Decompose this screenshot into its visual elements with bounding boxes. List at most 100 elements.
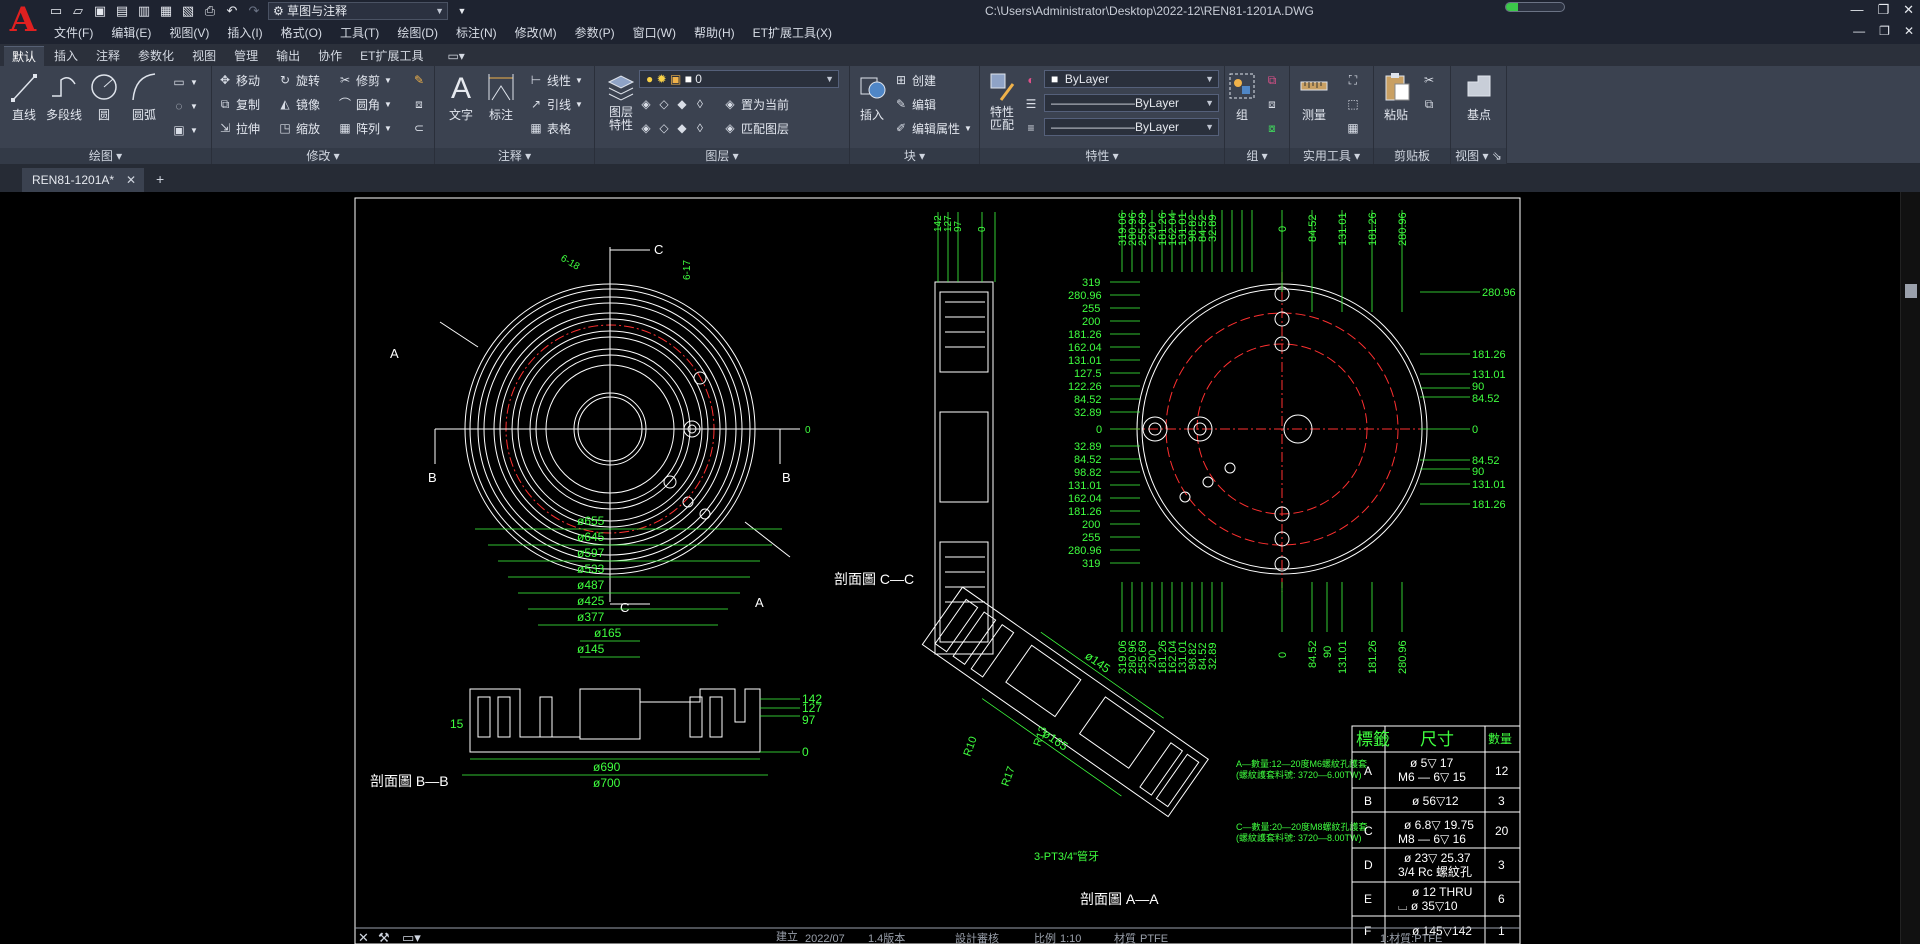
boundary-tool[interactable]: ▣ ▼ — [172, 120, 198, 140]
restore-icon[interactable]: ❐ — [1877, 2, 1889, 18]
menu-parametric[interactable]: 参数(P) — [575, 25, 615, 41]
match-properties-tool[interactable]: 特性匹配 — [982, 70, 1022, 132]
open-file-icon[interactable]: ▱ — [70, 3, 86, 19]
text-tool[interactable]: A 文字 — [441, 70, 481, 123]
menu-help[interactable]: 帮助(H) — [694, 25, 735, 41]
vertical-scrollbar[interactable] — [1900, 192, 1920, 944]
paste-tool[interactable]: 粘贴 — [1376, 70, 1416, 123]
file-tab-active[interactable]: REN81-1201A* ✕ — [22, 168, 144, 192]
linetype-dropdown[interactable]: ———————ByLayer ▼ — [1044, 94, 1219, 112]
circle-tool[interactable]: 圆 — [84, 70, 124, 123]
calculator-tool[interactable]: ▦ — [1346, 118, 1360, 138]
lineweight-dropdown[interactable]: ———————ByLayer ▼ — [1044, 118, 1219, 136]
layer-dropdown[interactable]: ● ✹ ▣ ■ 0 ▼ — [639, 70, 839, 88]
rectangle-tool[interactable]: ▭ ▼ — [172, 72, 198, 92]
tab-default[interactable]: 默认 — [4, 46, 45, 66]
match-layer-button[interactable]: ◈ 匹配图层 — [723, 118, 789, 138]
layer-tools-row1[interactable]: ◈ ◇ ◆ ◊ — [639, 94, 707, 114]
edit-block-button[interactable]: ✎ 编辑 — [894, 94, 936, 114]
close-tab-icon[interactable]: ✕ — [126, 168, 136, 192]
group-tool[interactable]: 组 — [1227, 70, 1257, 123]
doc-close-icon[interactable]: ✕ — [1904, 24, 1914, 38]
workspace-switcher[interactable]: ⚙ 草图与注释 ▼ — [268, 2, 448, 20]
quick-select-tool[interactable]: ⛶ — [1346, 70, 1360, 90]
copy-clip-tool[interactable]: ⧉ — [1422, 94, 1436, 114]
panel-title-groups[interactable]: 组 ▾ — [1225, 148, 1289, 164]
save-icon[interactable]: ▣ — [92, 3, 108, 19]
close-viewport-icon[interactable]: ✕ — [358, 930, 369, 944]
erase-tool[interactable]: ✎ — [412, 70, 426, 90]
arc-tool[interactable]: 圆弧 — [124, 70, 164, 123]
create-block-button[interactable]: ⊞ 创建 — [894, 70, 936, 90]
doc-minimize-icon[interactable]: — — [1853, 24, 1865, 38]
drawing-canvas[interactable]: C C A A B B 6-17 6-18 0 142 127 97 0 剖面圖… — [0, 192, 1900, 944]
wrench-icon[interactable]: ⚒ — [378, 930, 390, 944]
hatch-tool[interactable]: ◌ ▼ — [172, 96, 198, 116]
menu-window[interactable]: 窗口(W) — [633, 25, 676, 41]
panel-title-block[interactable]: 块 ▾ — [850, 148, 979, 164]
tab-view[interactable]: 视图 — [184, 46, 224, 66]
panel-title-utilities[interactable]: 实用工具 ▾ — [1290, 148, 1373, 164]
panel-title-view[interactable]: 视图 ▾ ⇘ — [1451, 148, 1506, 164]
menu-et-tools[interactable]: ET扩展工具(X) — [753, 25, 832, 41]
tab-output[interactable]: 输出 — [268, 46, 308, 66]
group-edit-tool[interactable]: ⧈ — [1265, 94, 1279, 114]
explode-tool[interactable]: ⧈ — [412, 94, 426, 114]
menu-view[interactable]: 视图(V) — [169, 25, 209, 41]
menu-insert[interactable]: 插入(I) — [227, 25, 262, 41]
minimize-icon[interactable]: — — [1850, 2, 1863, 18]
ribbon-minimize-icon[interactable]: ▭▾ — [433, 46, 472, 66]
measure-tool[interactable]: 测量 — [1294, 70, 1334, 123]
linear-tool[interactable]: ⊢ 线性 ▼ — [529, 70, 583, 90]
insert-block-tool[interactable]: 插入 — [852, 70, 892, 123]
rotate-tool[interactable]: ↻ 旋转 — [278, 70, 320, 90]
panel-title-annotation[interactable]: 注释 ▾ — [435, 148, 594, 164]
base-view-tool[interactable]: 基点 — [1459, 70, 1499, 123]
redo-icon[interactable]: ↷ — [246, 3, 262, 19]
fillet-tool[interactable]: ⌒ 圆角 ▼ — [338, 94, 392, 114]
trim-tool[interactable]: ✂ 修剪 ▼ — [338, 70, 392, 90]
tab-insert[interactable]: 插入 — [46, 46, 86, 66]
drawing-svg[interactable]: C C A A B B 6-17 6-18 0 142 127 97 0 剖面圖… — [0, 192, 1900, 944]
new-file-icon[interactable]: ▭ — [48, 3, 64, 19]
menu-modify[interactable]: 修改(M) — [515, 25, 557, 41]
cut-tool[interactable]: ✂ — [1422, 70, 1436, 90]
menu-edit[interactable]: 编辑(E) — [111, 25, 151, 41]
panel-title-layers[interactable]: 图层 ▾ — [595, 148, 849, 164]
group-select-tool[interactable]: ⧇ — [1265, 118, 1279, 138]
panel-title-properties[interactable]: 特性 ▾ — [980, 148, 1224, 164]
copy-tool[interactable]: ⧉ 复制 — [218, 94, 260, 114]
array-tool[interactable]: ▦ 阵列 ▼ — [338, 118, 392, 138]
save-as-icon[interactable]: ▤ — [114, 3, 130, 19]
scrollbar-thumb[interactable] — [1905, 284, 1917, 298]
undo-icon[interactable]: ↶ — [224, 3, 240, 19]
panel-title-draw[interactable]: 绘图 ▾ — [0, 148, 211, 164]
tab-collaborate[interactable]: 协作 — [310, 46, 350, 66]
select-all-tool[interactable]: ⬚ — [1346, 94, 1360, 114]
set-current-button[interactable]: ◈ 置为当前 — [723, 94, 789, 114]
dimension-tool[interactable]: 标注 — [481, 70, 521, 123]
tab-parametric[interactable]: 参数化 — [130, 46, 182, 66]
tab-annotate[interactable]: 注释 — [88, 46, 128, 66]
move-tool[interactable]: ✥ 移动 — [218, 70, 260, 90]
tab-et-tools[interactable]: ET扩展工具 — [352, 46, 431, 66]
share-icon[interactable]: ▧ — [180, 3, 196, 19]
tab-manage[interactable]: 管理 — [226, 46, 266, 66]
ungroup-tool[interactable]: ⧉ — [1265, 70, 1279, 90]
scale-tool[interactable]: ◳ 缩放 — [278, 118, 320, 138]
stretch-tool[interactable]: ⇲ 拉伸 — [218, 118, 260, 138]
color-dropdown[interactable]: ■ ByLayer ▼ — [1044, 70, 1219, 88]
menu-tools[interactable]: 工具(T) — [340, 25, 379, 41]
mirror-tool[interactable]: ◭ 镜像 — [278, 94, 320, 114]
layer-properties-tool[interactable]: 图层特性 — [599, 70, 643, 132]
close-icon[interactable]: ✕ — [1903, 2, 1914, 18]
menu-file[interactable]: 文件(F) — [54, 25, 93, 41]
publish-icon[interactable]: ▥ — [136, 3, 152, 19]
plot-preview-icon[interactable]: ▦ — [158, 3, 174, 19]
layer-tools-row2[interactable]: ◈ ◇ ◆ ◊ — [639, 118, 707, 138]
menu-format[interactable]: 格式(O) — [281, 25, 322, 41]
line-tool[interactable]: 直线 — [4, 70, 44, 123]
print-icon[interactable]: ⎙ — [202, 3, 218, 19]
polyline-tool[interactable]: 多段线 — [44, 70, 84, 123]
panel-title-clipboard[interactable]: 剪贴板 — [1374, 148, 1450, 164]
